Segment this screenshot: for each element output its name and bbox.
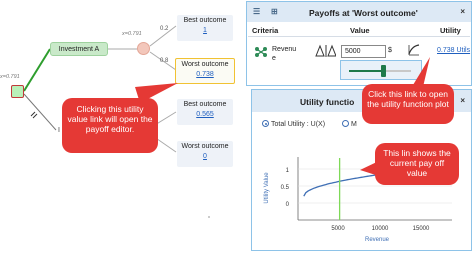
x-tick-label: 5000 bbox=[331, 226, 345, 232]
callout-current-payoff: This lin shows the current pay off value bbox=[375, 143, 459, 185]
y-tick-label: 0 bbox=[286, 202, 290, 208]
x-tick-label: 10000 bbox=[372, 226, 389, 232]
callout-open-plot: Click this link to open the utility func… bbox=[362, 84, 454, 124]
y-tick-label: 0.5 bbox=[281, 185, 290, 191]
y-axis-label: Utility Value bbox=[264, 172, 270, 204]
x-axis-label: Revenue bbox=[365, 237, 390, 243]
utility-function-plot: 1 0.5 0 5000 10000 15000 Revenue Utility… bbox=[264, 157, 452, 243]
x-tick-label: 15000 bbox=[413, 226, 430, 232]
y-tick-label: 1 bbox=[286, 168, 290, 174]
